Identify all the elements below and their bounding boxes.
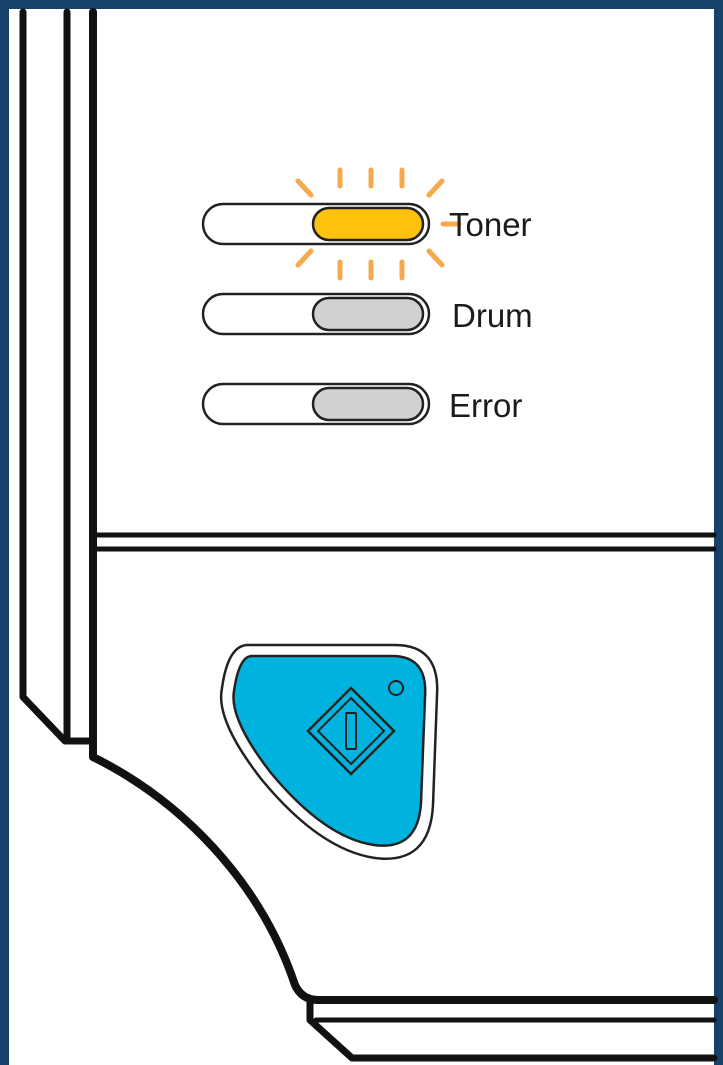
frame-left-border [0,0,9,1065]
go-button-status-dot [388,680,404,696]
printer-panel-illustration: Toner Drum Error [0,0,723,1065]
frame-right-border [714,0,723,1065]
frame-top-border [0,0,723,9]
ray [426,248,445,268]
led-drum: Drum [201,292,533,336]
led-toner-label: Toner [449,206,532,243]
printer-panel-drawing: Toner Drum Error [0,0,723,1065]
led-error: Error [201,382,522,426]
led-drum-lamp [311,296,425,332]
led-drum-label: Drum [452,297,533,334]
led-error-lamp [311,386,425,422]
led-toner: Toner [201,202,532,246]
led-error-label: Error [449,387,522,424]
ray [426,178,445,198]
go-button[interactable] [219,643,439,860]
outer-left-edge [19,8,94,745]
led-toner-lamp [311,206,425,242]
printer-body-outline [19,8,718,1062]
lower-front-edge [306,996,718,1062]
ray [295,178,314,198]
ray [295,248,314,268]
